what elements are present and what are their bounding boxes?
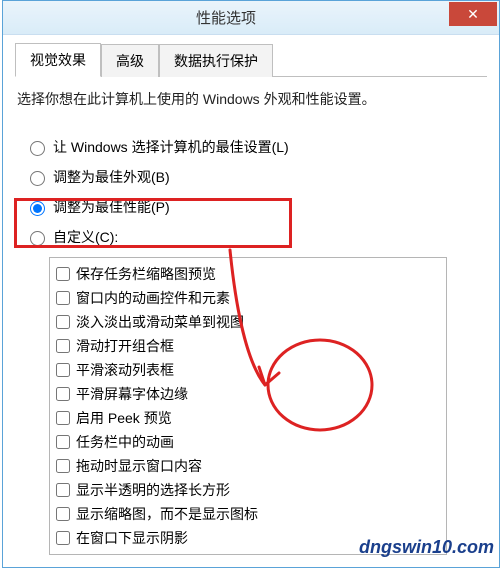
checkbox[interactable] xyxy=(56,459,70,473)
effects-listbox[interactable]: 保存任务栏缩略图预览 窗口内的动画控件和元素 淡入淡出或滑动菜单到视图 滑动打开… xyxy=(49,257,447,555)
performance-options-window: 性能选项 ✕ 视觉效果 高级 数据执行保护 选择你想在此计算机上使用的 Wind… xyxy=(2,0,500,568)
radio-label: 调整为最佳外观(B) xyxy=(53,167,170,187)
radio-custom[interactable]: 自定义(C): xyxy=(25,227,487,247)
list-item[interactable]: 窗口内的动画控件和元素 xyxy=(56,286,440,310)
tab-strip: 视觉效果 高级 数据执行保护 xyxy=(15,43,487,77)
radio-best-performance[interactable]: 调整为最佳性能(P) xyxy=(25,197,487,217)
list-item[interactable]: 启用 Peek 预览 xyxy=(56,406,440,430)
check-label: 任务栏中的动画 xyxy=(76,432,174,452)
checkbox[interactable] xyxy=(56,531,70,545)
client-area: 视觉效果 高级 数据执行保护 选择你想在此计算机上使用的 Windows 外观和… xyxy=(3,35,499,567)
check-label: 平滑滚动列表框 xyxy=(76,360,174,380)
check-label: 淡入淡出或滑动菜单到视图 xyxy=(76,312,244,332)
radio-group: 让 Windows 选择计算机的最佳设置(L) 调整为最佳外观(B) 调整为最佳… xyxy=(25,137,487,555)
watermark-text: dngswin10.com xyxy=(359,537,494,558)
window-title: 性能选项 xyxy=(3,7,449,28)
check-label: 保存任务栏缩略图预览 xyxy=(76,264,216,284)
checkbox[interactable] xyxy=(56,411,70,425)
close-icon: ✕ xyxy=(467,7,479,21)
checkbox[interactable] xyxy=(56,387,70,401)
list-item[interactable]: 平滑滚动列表框 xyxy=(56,358,440,382)
radio-label: 调整为最佳性能(P) xyxy=(53,197,170,217)
check-label: 窗口内的动画控件和元素 xyxy=(76,288,230,308)
check-label: 在窗口下显示阴影 xyxy=(76,528,188,548)
list-item[interactable]: 显示缩略图，而不是显示图标 xyxy=(56,502,440,526)
list-item[interactable]: 任务栏中的动画 xyxy=(56,430,440,454)
description-text: 选择你想在此计算机上使用的 Windows 外观和性能设置。 xyxy=(17,89,485,109)
checkbox[interactable] xyxy=(56,291,70,305)
check-label: 启用 Peek 预览 xyxy=(76,408,172,428)
radio-input-custom[interactable] xyxy=(30,231,45,246)
list-item[interactable]: 淡入淡出或滑动菜单到视图 xyxy=(56,310,440,334)
radio-input-best-appearance[interactable] xyxy=(30,171,45,186)
list-item[interactable]: 滑动打开组合框 xyxy=(56,334,440,358)
close-button[interactable]: ✕ xyxy=(449,2,497,26)
radio-input-let-windows[interactable] xyxy=(30,141,45,156)
checkbox[interactable] xyxy=(56,315,70,329)
list-item[interactable]: 拖动时显示窗口内容 xyxy=(56,454,440,478)
check-label: 拖动时显示窗口内容 xyxy=(76,456,202,476)
list-item[interactable]: 显示半透明的选择长方形 xyxy=(56,478,440,502)
radio-label: 自定义(C): xyxy=(53,227,118,247)
checkbox[interactable] xyxy=(56,363,70,377)
checkbox[interactable] xyxy=(56,507,70,521)
checkbox[interactable] xyxy=(56,267,70,281)
titlebar: 性能选项 ✕ xyxy=(3,1,499,35)
check-label: 平滑屏幕字体边缘 xyxy=(76,384,188,404)
radio-label: 让 Windows 选择计算机的最佳设置(L) xyxy=(53,137,289,157)
checkbox[interactable] xyxy=(56,483,70,497)
list-item[interactable]: 保存任务栏缩略图预览 xyxy=(56,262,440,286)
check-label: 显示缩略图，而不是显示图标 xyxy=(76,504,258,524)
tab-visual-effects[interactable]: 视觉效果 xyxy=(15,43,101,77)
check-label: 显示半透明的选择长方形 xyxy=(76,480,230,500)
radio-let-windows-choose[interactable]: 让 Windows 选择计算机的最佳设置(L) xyxy=(25,137,487,157)
radio-input-best-performance[interactable] xyxy=(30,201,45,216)
list-item[interactable]: 平滑屏幕字体边缘 xyxy=(56,382,440,406)
radio-best-appearance[interactable]: 调整为最佳外观(B) xyxy=(25,167,487,187)
checkbox[interactable] xyxy=(56,435,70,449)
tab-advanced[interactable]: 高级 xyxy=(101,44,159,77)
checkbox[interactable] xyxy=(56,339,70,353)
check-label: 滑动打开组合框 xyxy=(76,336,174,356)
tab-dep[interactable]: 数据执行保护 xyxy=(159,44,273,77)
